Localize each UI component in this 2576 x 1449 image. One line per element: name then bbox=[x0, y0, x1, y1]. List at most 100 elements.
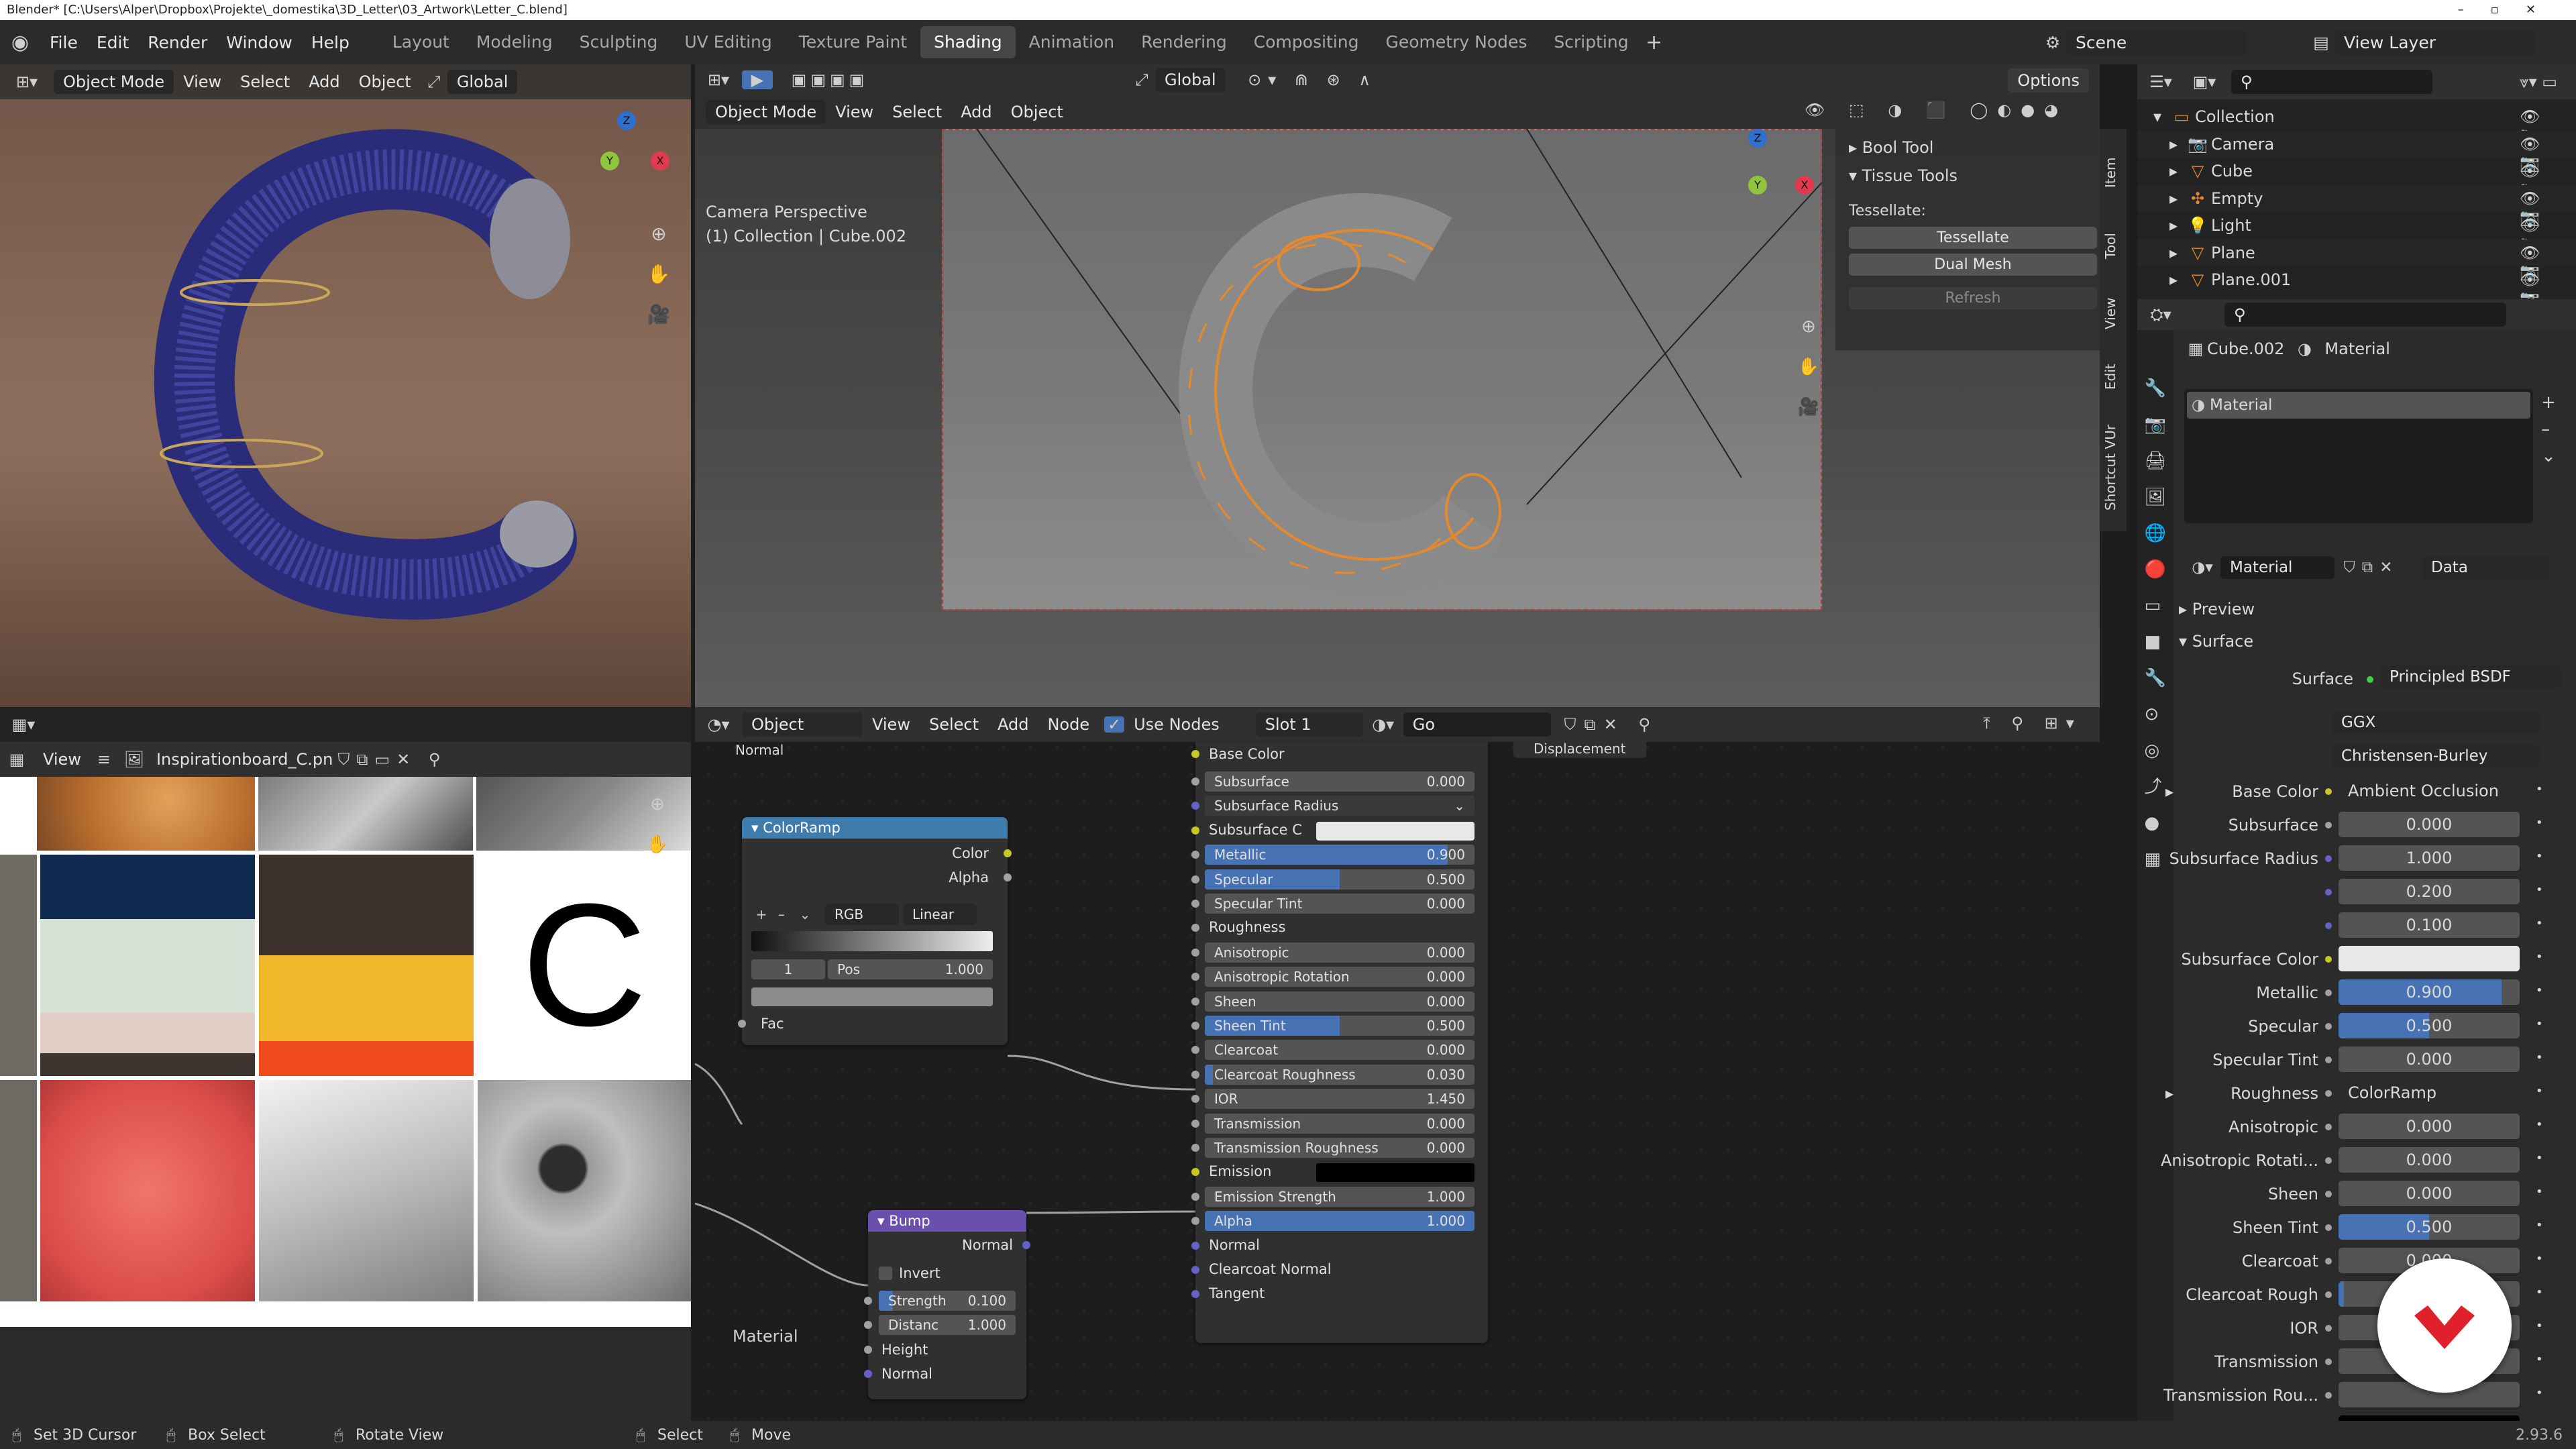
expand-arrow-icon[interactable]: ▸ bbox=[2137, 216, 2184, 235]
bsdf-color-swatch[interactable] bbox=[1316, 821, 1474, 841]
bsdf-row-alpha[interactable]: Alpha 1.000 bbox=[1191, 1211, 1488, 1232]
window-controls[interactable]: –▫✕ bbox=[2458, 0, 2563, 20]
property-value-field[interactable]: 0.100 bbox=[2339, 912, 2520, 938]
shader-type-dropdown[interactable]: Object bbox=[742, 712, 863, 737]
property-value-field[interactable]: 0.000 bbox=[2339, 1181, 2520, 1206]
bsdf-row-normal[interactable]: Normal bbox=[1191, 1236, 1488, 1256]
bsdf-value-field[interactable]: Sheen 0.000 bbox=[1205, 991, 1474, 1012]
bsdf-row-sheen-tint[interactable]: Sheen Tint 0.500 bbox=[1191, 1016, 1488, 1036]
select-tool-icon[interactable]: ▶ bbox=[742, 70, 773, 89]
property-value-field[interactable]: ColorRamp bbox=[2339, 1080, 2520, 1106]
bsdf-socket[interactable] bbox=[1191, 1266, 1199, 1274]
colormode-dropdown[interactable]: RGB bbox=[825, 904, 899, 925]
bsdf-row-anisotropic[interactable]: Anisotropic 0.000 bbox=[1191, 942, 1488, 963]
bsdf-row-clearcoat-roughness[interactable]: Clearcoat Roughness 0.030 bbox=[1191, 1064, 1488, 1085]
image-view-menu[interactable]: View bbox=[34, 750, 91, 769]
keyframe-dot-icon[interactable]: • bbox=[2536, 1252, 2543, 1266]
outliner-type-icon[interactable]: ☰▾ bbox=[2137, 72, 2184, 91]
tab-texture-paint[interactable]: Texture Paint bbox=[786, 26, 920, 58]
subsurface-method-dropdown[interactable]: Christensen-Burley bbox=[2332, 745, 2540, 767]
socket-dot[interactable] bbox=[2325, 822, 2332, 828]
strength-field[interactable]: Strength 0.100 bbox=[879, 1291, 1016, 1311]
socket-dot[interactable] bbox=[2325, 855, 2332, 862]
tab-item[interactable]: Item bbox=[2102, 136, 2118, 209]
pan-hand-icon[interactable]: ✋ bbox=[644, 259, 674, 288]
outliner-search-input[interactable]: ⚲ bbox=[2231, 70, 2432, 94]
image-mode-icon[interactable]: ▦ bbox=[0, 750, 34, 769]
main-gizmo-y-icon[interactable]: Y bbox=[1748, 176, 1767, 195]
material-datablock-icons[interactable]: ⛉⧉✕ ⚲ bbox=[1551, 715, 1672, 734]
bsdf-socket[interactable] bbox=[1191, 1119, 1199, 1128]
keyframe-dot-icon[interactable]: • bbox=[2536, 1017, 2543, 1031]
main-object-menu[interactable]: Object bbox=[1002, 103, 1073, 121]
property-value-field[interactable]: 1.000 bbox=[2339, 845, 2520, 871]
bsdf-socket[interactable] bbox=[1191, 924, 1199, 932]
distribution-dropdown[interactable]: GGX bbox=[2332, 711, 2540, 734]
keyframe-dot-icon[interactable]: • bbox=[2536, 782, 2543, 796]
distance-field[interactable]: Distanc 1.000 bbox=[879, 1315, 1016, 1335]
bsdf-row-emission[interactable]: Emission bbox=[1191, 1162, 1488, 1183]
main-gizmo-z-icon[interactable]: Z bbox=[1748, 129, 1767, 148]
bsdf-row-subsurface-c[interactable]: Subsurface C bbox=[1191, 820, 1488, 841]
main-select-menu[interactable]: Select bbox=[883, 103, 951, 121]
tab-uv-editing[interactable]: UV Editing bbox=[671, 26, 785, 58]
outliner-item-collection[interactable]: ▾▭Collection👁📷 bbox=[2137, 103, 2576, 145]
colorramp-header[interactable]: ▾ ColorRamp bbox=[742, 817, 1008, 839]
property-value-field[interactable]: 0.500 bbox=[2339, 1214, 2520, 1240]
main-gizmo-x-icon[interactable]: X bbox=[1795, 176, 1814, 195]
tab-layout[interactable]: Layout bbox=[379, 26, 463, 58]
tab-shading[interactable]: Shading bbox=[920, 26, 1016, 58]
preview-panel[interactable]: ▸ Preview bbox=[2179, 600, 2255, 619]
outliner-item-camera[interactable]: ▸ 📷 Camera 👁📷 bbox=[2137, 130, 2576, 172]
colorramp-gradient[interactable] bbox=[751, 931, 993, 951]
menu-render[interactable]: Render bbox=[138, 33, 217, 52]
main-view-menu[interactable]: View bbox=[826, 103, 883, 121]
bsdf-socket[interactable] bbox=[1191, 777, 1199, 786]
hamburger-icon[interactable]: ≡ bbox=[91, 750, 117, 769]
node-node-menu[interactable]: Node bbox=[1038, 715, 1099, 734]
outliner-item-cube[interactable]: ▸▽Cube👁📷 bbox=[2137, 158, 2576, 199]
expand-link-icon[interactable]: ▸ bbox=[2165, 1084, 2174, 1103]
keyframe-dot-icon[interactable]: • bbox=[2536, 1151, 2543, 1165]
bsdf-vector-field[interactable]: Subsurface Radius ⌄ bbox=[1205, 796, 1474, 816]
menu-edit[interactable]: Edit bbox=[87, 33, 138, 52]
menu-file[interactable]: File bbox=[40, 33, 87, 52]
bsdf-value-field[interactable]: IOR 1.450 bbox=[1205, 1089, 1474, 1110]
node-view-menu[interactable]: View bbox=[863, 715, 920, 734]
socket-dot[interactable] bbox=[2325, 1157, 2332, 1164]
socket-dot[interactable] bbox=[2325, 1057, 2332, 1063]
bsdf-row-roughness[interactable]: Roughness bbox=[1191, 918, 1488, 938]
keyframe-dot-icon[interactable]: • bbox=[2536, 1118, 2543, 1132]
bsdf-row-emission-strength[interactable]: Emission Strength 1.000 bbox=[1191, 1186, 1488, 1207]
properties-search-input[interactable]: ⚲ bbox=[2224, 303, 2506, 327]
bsdf-socket[interactable] bbox=[1191, 802, 1199, 810]
tissue-tools-panel[interactable]: ▾ Tissue Tools bbox=[1849, 166, 1957, 185]
keyframe-dot-icon[interactable]: • bbox=[2536, 1051, 2543, 1065]
bump-header[interactable]: ▾ Bump bbox=[868, 1210, 1026, 1232]
gizmo-y-icon[interactable]: Y bbox=[600, 152, 619, 170]
bsdf-socket[interactable] bbox=[1191, 1095, 1199, 1104]
bsdf-value-field[interactable]: Transmission Roughness 0.000 bbox=[1205, 1138, 1474, 1158]
colorramp-fac-socket[interactable] bbox=[738, 1020, 746, 1028]
bump-normal-in-socket[interactable] bbox=[864, 1370, 872, 1378]
keyframe-dot-icon[interactable]: • bbox=[2536, 1386, 2543, 1400]
bsdf-row-clearcoat[interactable]: Clearcoat 0.000 bbox=[1191, 1040, 1488, 1061]
bsdf-row-transmission[interactable]: Transmission 0.000 bbox=[1191, 1113, 1488, 1134]
socket-dot[interactable] bbox=[2325, 788, 2332, 795]
bsdf-socket[interactable] bbox=[1191, 997, 1199, 1006]
remove-stop-icon[interactable]: – bbox=[771, 906, 792, 922]
node-editor-type-icon[interactable]: ◔▾ bbox=[695, 715, 742, 734]
link-data-dropdown[interactable]: Data bbox=[2422, 556, 2549, 579]
keyframe-dot-icon[interactable]: • bbox=[2536, 983, 2543, 998]
keyframe-dot-icon[interactable]: • bbox=[2536, 1084, 2543, 1098]
property-value-field[interactable]: 0.900 bbox=[2339, 979, 2520, 1005]
gizmo-z-icon[interactable]: Z bbox=[617, 111, 636, 130]
bsdf-value-field[interactable]: Clearcoat Roughness 0.030 bbox=[1205, 1064, 1474, 1085]
bsdf-socket[interactable] bbox=[1191, 900, 1199, 908]
bsdf-socket[interactable] bbox=[1191, 1217, 1199, 1226]
navigation-gizmo[interactable]: Z Y X bbox=[570, 105, 678, 205]
gizmo-x-icon[interactable]: X bbox=[651, 152, 669, 170]
bsdf-row-ior[interactable]: IOR 1.450 bbox=[1191, 1089, 1488, 1110]
socket-dot[interactable] bbox=[2325, 922, 2332, 929]
keyframe-dot-icon[interactable]: • bbox=[2536, 1218, 2543, 1232]
